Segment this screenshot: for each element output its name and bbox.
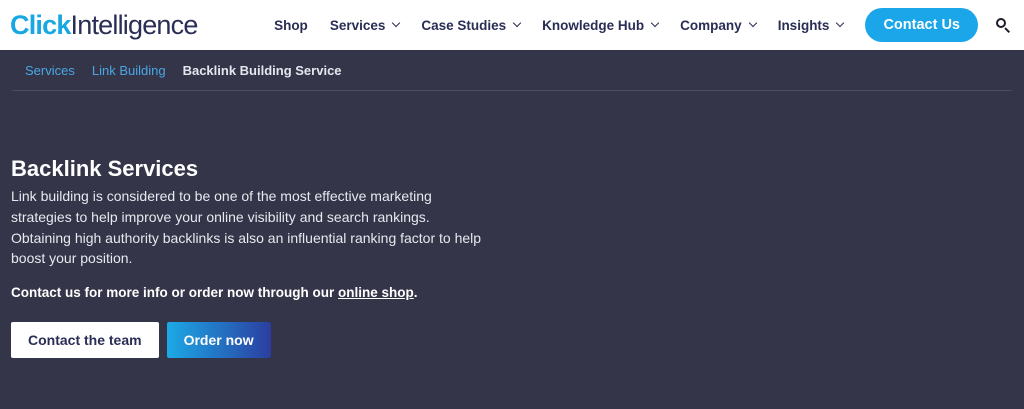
logo-bold: Click (10, 9, 71, 40)
order-now-button[interactable]: Order now (166, 322, 271, 358)
chevron-down-icon (836, 18, 845, 28)
nav-insights[interactable]: Insights (777, 17, 845, 33)
search-icon[interactable] (994, 16, 1012, 34)
top-navigation: Click Intelligence Shop Services Case Stu… (0, 0, 1024, 50)
chevron-down-icon (512, 18, 522, 28)
hero-section: Backlink Services Link building is consi… (0, 91, 1024, 358)
breadcrumb: Services Link Building Backlink Building… (0, 50, 1024, 90)
hero-description: Link building is considered to be one of… (11, 188, 482, 267)
breadcrumb-services[interactable]: Services (25, 63, 75, 78)
nav-label: Insights (777, 17, 830, 33)
logo-light: Intelligence (70, 9, 199, 40)
nav-case-studies[interactable]: Case Studies (421, 17, 522, 33)
nav-label: Case Studies (421, 17, 507, 33)
hero-buttons: Contact the team Order now (11, 322, 1024, 358)
contact-team-button[interactable]: Contact the team (11, 322, 159, 358)
nav-company[interactable]: Company (680, 17, 757, 33)
click-intelligence-logo[interactable]: Click Intelligence (10, 10, 198, 40)
breadcrumb-link-building[interactable]: Link Building (92, 63, 166, 78)
hero-cta-text: Contact us for more info or order now th… (11, 285, 1024, 300)
chevron-down-icon (650, 18, 660, 28)
nav-label: Company (680, 17, 742, 33)
breadcrumb-current: Backlink Building Service (182, 62, 342, 78)
nav-label: Services (329, 17, 386, 33)
nav-label: Shop (274, 17, 308, 33)
search-icon-lens (996, 18, 1006, 28)
chevron-down-icon (392, 18, 401, 28)
nav-knowledge-hub[interactable]: Knowledge Hub (542, 17, 660, 33)
search-icon-handle (1004, 27, 1011, 34)
chevron-down-icon (748, 18, 757, 28)
page-title: Backlink Services (11, 156, 199, 181)
contact-us-button[interactable]: Contact Us (865, 8, 978, 42)
nav-services[interactable]: Services (329, 17, 401, 33)
online-shop-link[interactable]: online shop (338, 285, 414, 300)
main-nav: Shop Services Case Studies Knowledge Hub… (274, 8, 1012, 42)
nav-label: Knowledge Hub (542, 17, 645, 33)
nav-shop[interactable]: Shop (274, 18, 308, 33)
cta-end: . (413, 285, 418, 300)
cta-text: Contact us for more info or order now th… (11, 285, 338, 300)
